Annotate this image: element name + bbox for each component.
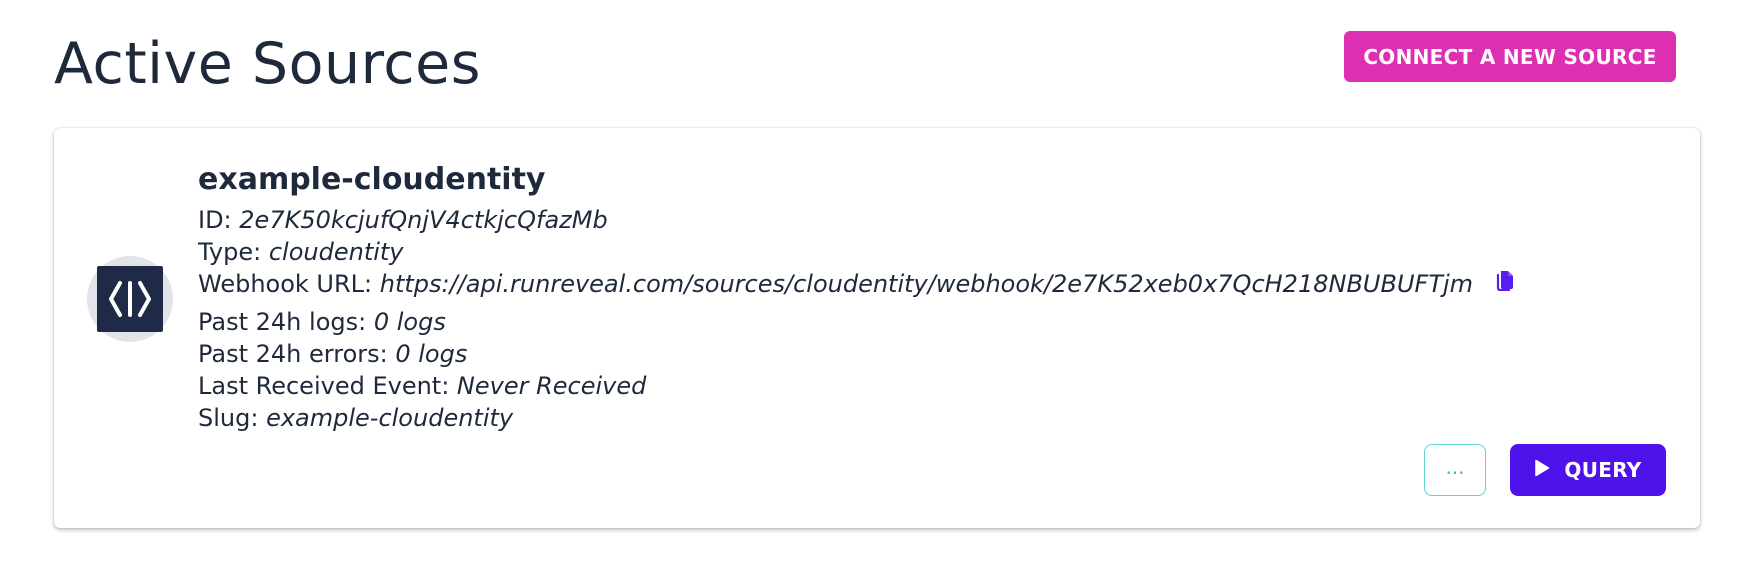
query-button[interactable]: QUERY <box>1510 444 1666 496</box>
source-name: example-cloudentity <box>198 162 546 197</box>
source-logo <box>87 256 173 342</box>
source-type-value: cloudentity <box>268 238 404 266</box>
field-label: Webhook URL: <box>198 270 380 298</box>
play-icon <box>1534 458 1550 482</box>
field-label: Type: <box>198 238 269 266</box>
source-id-row: ID: 2e7K50kcjufQnjV4ctkjcQfazMb <box>198 204 1515 236</box>
field-label: Last Received Event: <box>198 372 457 400</box>
webhook-url-value: https://api.runreveal.com/sources/cloude… <box>379 270 1474 298</box>
more-options-button[interactable]: ... <box>1424 444 1486 496</box>
field-label: Slug: <box>198 404 267 432</box>
webhook-url-row: Webhook URL: https://api.runreveal.com/s… <box>198 268 1515 301</box>
field-label: Past 24h errors: <box>198 340 396 368</box>
past-24h-errors-row: Past 24h errors: 0 logs <box>198 338 1515 370</box>
past-24h-logs-row: Past 24h logs: 0 logs <box>198 306 1515 338</box>
page-title: Active Sources <box>54 31 481 97</box>
query-button-label: QUERY <box>1564 458 1642 482</box>
last-received-event-value: Never Received <box>456 372 647 400</box>
source-type-row: Type: cloudentity <box>198 236 1515 268</box>
source-id-value: 2e7K50kcjufQnjV4ctkjcQfazMb <box>239 206 608 234</box>
last-received-event-row: Last Received Event: Never Received <box>198 370 1515 402</box>
field-label: Past 24h logs: <box>198 308 374 336</box>
past-24h-logs-value: 0 logs <box>373 308 446 336</box>
connect-new-source-button[interactable]: CONNECT A NEW SOURCE <box>1344 31 1676 82</box>
field-label: ID: <box>198 206 240 234</box>
slug-row: Slug: example-cloudentity <box>198 402 1515 434</box>
source-info: example-cloudentity ID: 2e7K50kcjufQnjV4… <box>198 160 1515 434</box>
past-24h-errors-value: 0 logs <box>395 340 468 368</box>
slug-value: example-cloudentity <box>266 404 514 432</box>
code-brackets-icon <box>97 266 163 332</box>
source-card: example-cloudentity ID: 2e7K50kcjufQnjV4… <box>54 128 1700 528</box>
copy-icon[interactable] <box>1495 267 1515 299</box>
